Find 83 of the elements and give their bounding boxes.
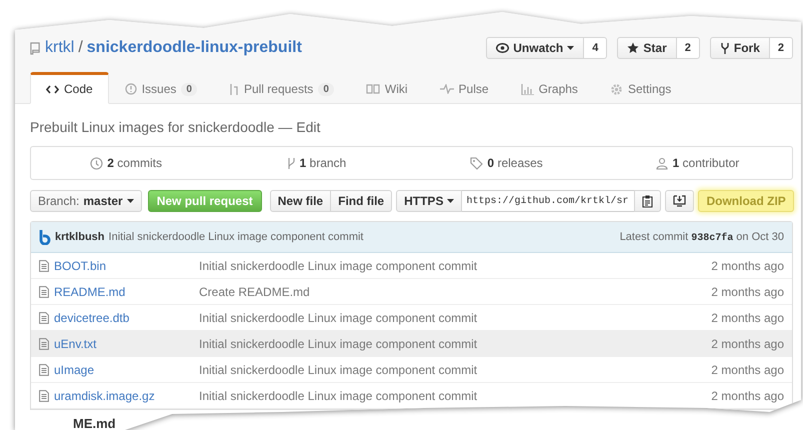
file-icon bbox=[39, 338, 49, 350]
file-commit-message: Initial snickerdoodle Linux image component commit bbox=[199, 310, 478, 324]
file-age: 2 months ago bbox=[711, 310, 784, 324]
commit-message: Initial snickerdoodle Linux image component commit bbox=[108, 231, 364, 243]
download-zip-button[interactable]: Download ZIP bbox=[698, 190, 794, 212]
social-count: 2 bbox=[770, 37, 793, 59]
nav-tab[interactable]: Wiki bbox=[350, 72, 424, 104]
social-count: 4 bbox=[584, 37, 608, 59]
bar-graph-icon bbox=[520, 84, 534, 94]
avatar-icon bbox=[39, 230, 51, 244]
caret-icon bbox=[447, 199, 454, 203]
star-button[interactable]: Star bbox=[617, 37, 677, 59]
file-commit-message: Initial snickerdoodle Linux image component commit bbox=[199, 258, 478, 272]
file-commit-message: Initial snickerdoodle Linux image component commit bbox=[199, 336, 478, 350]
caret-icon bbox=[567, 46, 574, 50]
nav-tab[interactable]: Code bbox=[30, 72, 109, 104]
branch-selector[interactable]: Branch: master bbox=[30, 190, 142, 212]
nav-tab[interactable]: Pulse bbox=[424, 72, 505, 104]
file-icon bbox=[39, 312, 49, 324]
path-separator: / bbox=[78, 39, 83, 57]
file-link[interactable]: uramdisk.image.gz bbox=[54, 388, 155, 402]
fork-button[interactable]: Fork bbox=[710, 37, 770, 59]
tag-icon bbox=[470, 156, 484, 170]
nav-tab[interactable]: Graphs bbox=[504, 72, 594, 104]
pulse-icon bbox=[440, 84, 454, 94]
file-icon bbox=[39, 260, 49, 272]
summary-link[interactable]: 1 contributor bbox=[672, 156, 740, 170]
issue-icon bbox=[124, 83, 137, 95]
edit-link[interactable]: Edit bbox=[296, 118, 320, 136]
branch-icon bbox=[286, 156, 296, 170]
file-age: 2 months ago bbox=[711, 258, 784, 272]
repo-description: Prebuilt Linux images for snickerdoodle — bbox=[30, 118, 292, 136]
new-file-button[interactable]: New file bbox=[270, 190, 332, 212]
file-row[interactable]: BOOT.bin Initial snickerdoodle Linux image component commit 2 months ago bbox=[31, 253, 792, 279]
protocol-dropdown[interactable]: HTTPS bbox=[396, 190, 462, 212]
file-link[interactable]: uImage bbox=[54, 362, 94, 376]
file-icon bbox=[39, 286, 49, 298]
file-row[interactable]: uramdisk.image.gz Initial snickerdoodle Linux image component commit 2 months ago bbox=[31, 383, 792, 409]
summary-link[interactable]: 2 commits bbox=[107, 156, 162, 170]
file-link[interactable]: README.md bbox=[54, 284, 126, 298]
clipboard-button[interactable] bbox=[634, 190, 662, 212]
file-row[interactable]: README.md Create README.md 2 months ago bbox=[31, 279, 792, 305]
summary-link[interactable]: 1 branch bbox=[300, 156, 346, 170]
clone-url-field[interactable]: https://github.com/krtkl/sr bbox=[462, 190, 634, 212]
commit-author[interactable]: krtklbush bbox=[55, 231, 105, 243]
caret-icon bbox=[126, 199, 134, 203]
social-count: 2 bbox=[676, 37, 700, 59]
summary-link[interactable]: 0 releases bbox=[487, 156, 543, 170]
eye-icon bbox=[496, 43, 510, 53]
file-link[interactable]: devicetree.dtb bbox=[54, 310, 130, 324]
latest-commit-info: Latest commit 938c7fa on Oct 30 bbox=[620, 230, 784, 244]
code-icon bbox=[46, 84, 59, 94]
readme-heading: ME.md bbox=[73, 416, 116, 430]
file-commit-message: Initial snickerdoodle Linux image component commit bbox=[199, 362, 478, 376]
file-age: 2 months ago bbox=[711, 388, 784, 402]
find-file-button[interactable]: Find file bbox=[331, 190, 392, 212]
desktop-clone-button[interactable] bbox=[665, 190, 694, 212]
fork-icon bbox=[720, 42, 730, 54]
watch-button[interactable]: Unwatch bbox=[486, 37, 584, 59]
file-age: 2 months ago bbox=[711, 336, 784, 350]
file-commit-message: Create README.md bbox=[199, 284, 311, 298]
star-icon bbox=[627, 42, 640, 54]
book-icon bbox=[30, 42, 41, 54]
file-age: 2 months ago bbox=[711, 284, 784, 298]
file-icon bbox=[39, 390, 49, 402]
nav-tab[interactable]: Issues 0 bbox=[108, 72, 213, 104]
clipboard-icon bbox=[642, 194, 654, 208]
history-icon bbox=[90, 156, 104, 170]
owner-link[interactable]: krtkl bbox=[45, 39, 74, 57]
file-icon bbox=[39, 364, 49, 376]
download-icon bbox=[673, 195, 686, 207]
file-link[interactable]: BOOT.bin bbox=[54, 258, 106, 272]
file-row[interactable]: uEnv.txt Initial snickerdoodle Linux image component commit 2 months ago bbox=[31, 331, 792, 357]
file-row[interactable]: uImage Initial snickerdoodle Linux image component commit 2 months ago bbox=[31, 357, 792, 383]
people-icon bbox=[654, 156, 669, 170]
file-commit-message: Initial snickerdoodle Linux image component commit bbox=[199, 388, 478, 402]
book-icon bbox=[366, 84, 380, 94]
nav-tab[interactable]: Pull requests 0 bbox=[212, 72, 350, 104]
gear-icon bbox=[610, 82, 623, 96]
nav-tab[interactable]: Settings bbox=[594, 72, 688, 104]
repo-name-link[interactable]: snickerdoodle-linux-prebuilt bbox=[86, 39, 302, 57]
file-link[interactable]: uEnv.txt bbox=[54, 336, 96, 350]
file-age: 2 months ago bbox=[711, 362, 784, 376]
